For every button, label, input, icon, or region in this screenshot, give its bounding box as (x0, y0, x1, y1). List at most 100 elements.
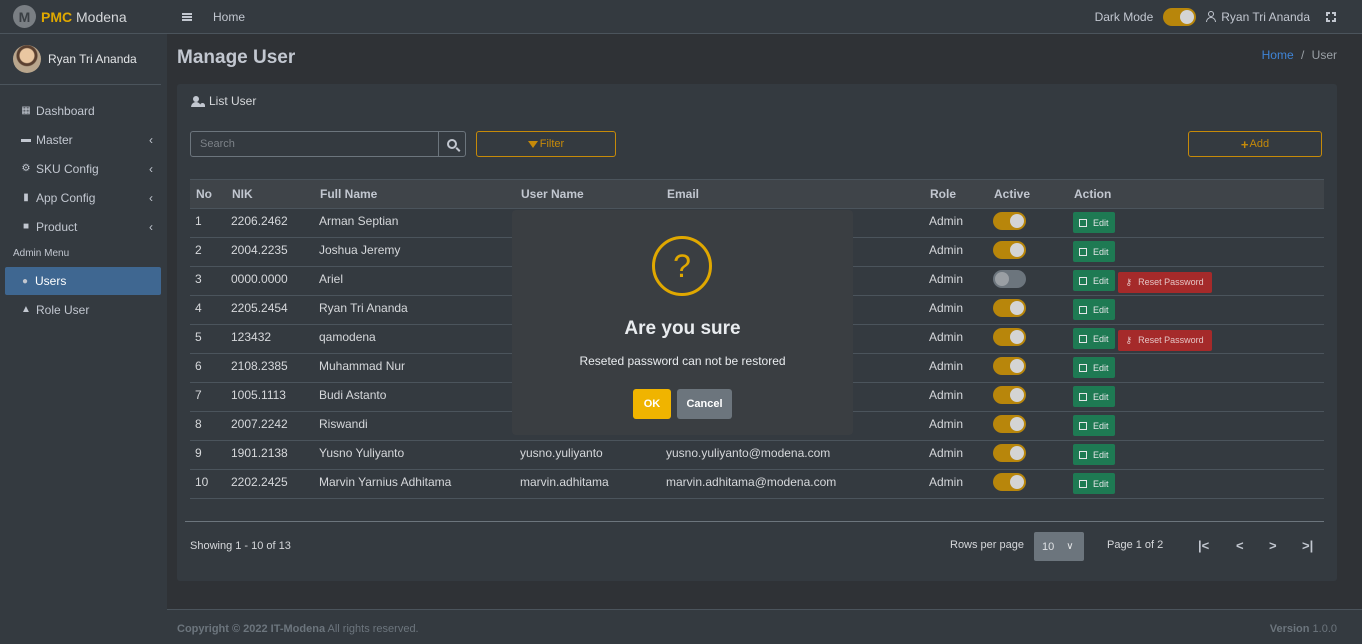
cell-active (988, 237, 1068, 267)
dark-mode-label: Dark Mode (1094, 9, 1154, 24)
active-toggle[interactable] (993, 415, 1026, 433)
edit-button[interactable]: Edit (1073, 386, 1115, 407)
edit-icon (1079, 392, 1087, 401)
cell-action: Edit ⚷ Reset Password (1068, 324, 1324, 354)
col-no[interactable]: No (190, 179, 226, 209)
sidebar-item-product[interactable]: ■ Product ‹ (0, 212, 167, 241)
edit-icon (1079, 276, 1087, 285)
edit-button[interactable]: Edit (1073, 473, 1115, 494)
cell-role: Admin (924, 353, 988, 383)
sidebar-item-master[interactable]: ▬ Master ‹ (0, 125, 167, 154)
cell-full-name: Riswandi (314, 411, 515, 441)
users-icon (191, 95, 205, 107)
search-input[interactable]: Search (190, 131, 466, 157)
dark-mode-toggle[interactable] (1163, 7, 1197, 26)
cancel-button[interactable]: Cancel (677, 389, 732, 419)
search-button[interactable] (438, 132, 465, 156)
rows-per-page-select[interactable]: 10 ∨ (1034, 532, 1084, 561)
last-page-button[interactable]: >| (1302, 538, 1313, 553)
sidebar-item-role-user[interactable]: ▲ Role User (0, 295, 167, 324)
sidebar-item-sku-config[interactable]: ⚙ SKU Config ‹ (0, 154, 167, 183)
admin-menu-header: Admin Menu (13, 248, 70, 259)
reset-password-button[interactable]: ⚷ Reset Password (1117, 271, 1212, 293)
cell-role: Admin (924, 266, 988, 296)
active-toggle[interactable] (993, 241, 1026, 259)
sidebar-item-users[interactable]: ● Users (5, 267, 161, 295)
cell-active (988, 324, 1068, 354)
chevron-left-icon: ‹ (149, 132, 153, 147)
col-email[interactable]: Email (661, 179, 924, 209)
search-icon (447, 139, 457, 149)
cell-nik: 2206.2462 (226, 208, 314, 238)
divider (185, 521, 1324, 522)
active-toggle[interactable] (993, 212, 1026, 230)
cell-role: Admin (924, 440, 988, 470)
reset-password-button[interactable]: ⚷ Reset Password (1117, 329, 1212, 351)
cell-nik: 2205.2454 (226, 295, 314, 325)
sidebar-item-dashboard[interactable]: ▦ Dashboard (0, 96, 167, 125)
cell-nik: 1005.1113 (226, 382, 314, 412)
active-toggle[interactable] (993, 473, 1026, 491)
filter-icon (527, 140, 538, 148)
cell-active (988, 295, 1068, 325)
active-toggle[interactable] (993, 328, 1026, 346)
col-role[interactable]: Role (924, 179, 988, 209)
active-toggle[interactable] (993, 299, 1026, 317)
cell-no: 7 (190, 382, 226, 412)
car-icon: ▬ (21, 134, 31, 145)
sidebar-user-name: Ryan Tri Ananda (48, 52, 137, 66)
active-toggle[interactable] (993, 357, 1026, 375)
edit-button[interactable]: Edit (1073, 212, 1115, 233)
first-page-button[interactable]: |< (1198, 538, 1209, 553)
cell-no: 8 (190, 411, 226, 441)
version: Version 1.0.0 (1269, 623, 1337, 635)
cell-active (988, 353, 1068, 383)
filter-button[interactable]: Filter (476, 131, 616, 157)
add-button[interactable]: + Add (1188, 131, 1322, 157)
col-full-name[interactable]: Full Name (314, 179, 515, 209)
active-toggle[interactable] (993, 386, 1026, 404)
sidebar: M PMC Modena Ryan Tri Ananda ▦ Dashboard… (0, 0, 167, 644)
col-nik[interactable]: NIK (226, 179, 314, 209)
hamburger-menu-icon[interactable] (182, 12, 192, 21)
cell-action: Edit (1068, 208, 1324, 238)
edit-button[interactable]: Edit (1073, 444, 1115, 465)
prev-page-button[interactable]: < (1236, 538, 1244, 553)
top-navbar: Home Dark Mode Ryan Tri Ananda (167, 0, 1362, 34)
edit-button[interactable]: Edit (1073, 328, 1115, 349)
fullscreen-icon[interactable] (1326, 11, 1336, 22)
cell-no: 5 (190, 324, 226, 354)
user-panel[interactable]: Ryan Tri Ananda (0, 34, 161, 85)
cell-role: Admin (924, 237, 988, 267)
rows-per-page-label: Rows per page (950, 539, 1024, 551)
active-toggle[interactable] (993, 270, 1026, 288)
edit-button[interactable]: Edit (1073, 241, 1115, 262)
brand-text: PMC Modena (41, 8, 127, 25)
page-info: Page 1 of 2 (1107, 539, 1164, 551)
top-user-name[interactable]: Ryan Tri Ananda (1221, 10, 1310, 24)
cell-action: Edit (1068, 440, 1324, 470)
col-active[interactable]: Active (988, 179, 1068, 209)
ok-button[interactable]: OK (633, 389, 671, 419)
cell-no: 4 (190, 295, 226, 325)
edit-button[interactable]: Edit (1073, 357, 1115, 378)
edit-button[interactable]: Edit (1073, 270, 1115, 291)
cell-active (988, 382, 1068, 412)
cell-no: 9 (190, 440, 226, 470)
brand[interactable]: M PMC Modena (0, 0, 167, 34)
col-user-name[interactable]: User Name (515, 179, 661, 209)
cell-action: Edit (1068, 353, 1324, 383)
active-toggle[interactable] (993, 444, 1026, 462)
top-home-link[interactable]: Home (213, 10, 245, 24)
cell-no: 1 (190, 208, 226, 238)
edit-button[interactable]: Edit (1073, 299, 1115, 320)
sidebar-item-app-config[interactable]: ▮ App Config ‹ (0, 183, 167, 212)
edit-icon (1079, 305, 1087, 314)
next-page-button[interactable]: > (1269, 538, 1277, 553)
chevron-down-icon: ∨ (1066, 541, 1074, 552)
lock-icon: ▲ (21, 304, 31, 315)
breadcrumb-home[interactable]: Home (1262, 48, 1294, 62)
edit-button[interactable]: Edit (1073, 415, 1115, 436)
key-icon: ⚷ (1125, 276, 1133, 287)
cell-no: 3 (190, 266, 226, 296)
